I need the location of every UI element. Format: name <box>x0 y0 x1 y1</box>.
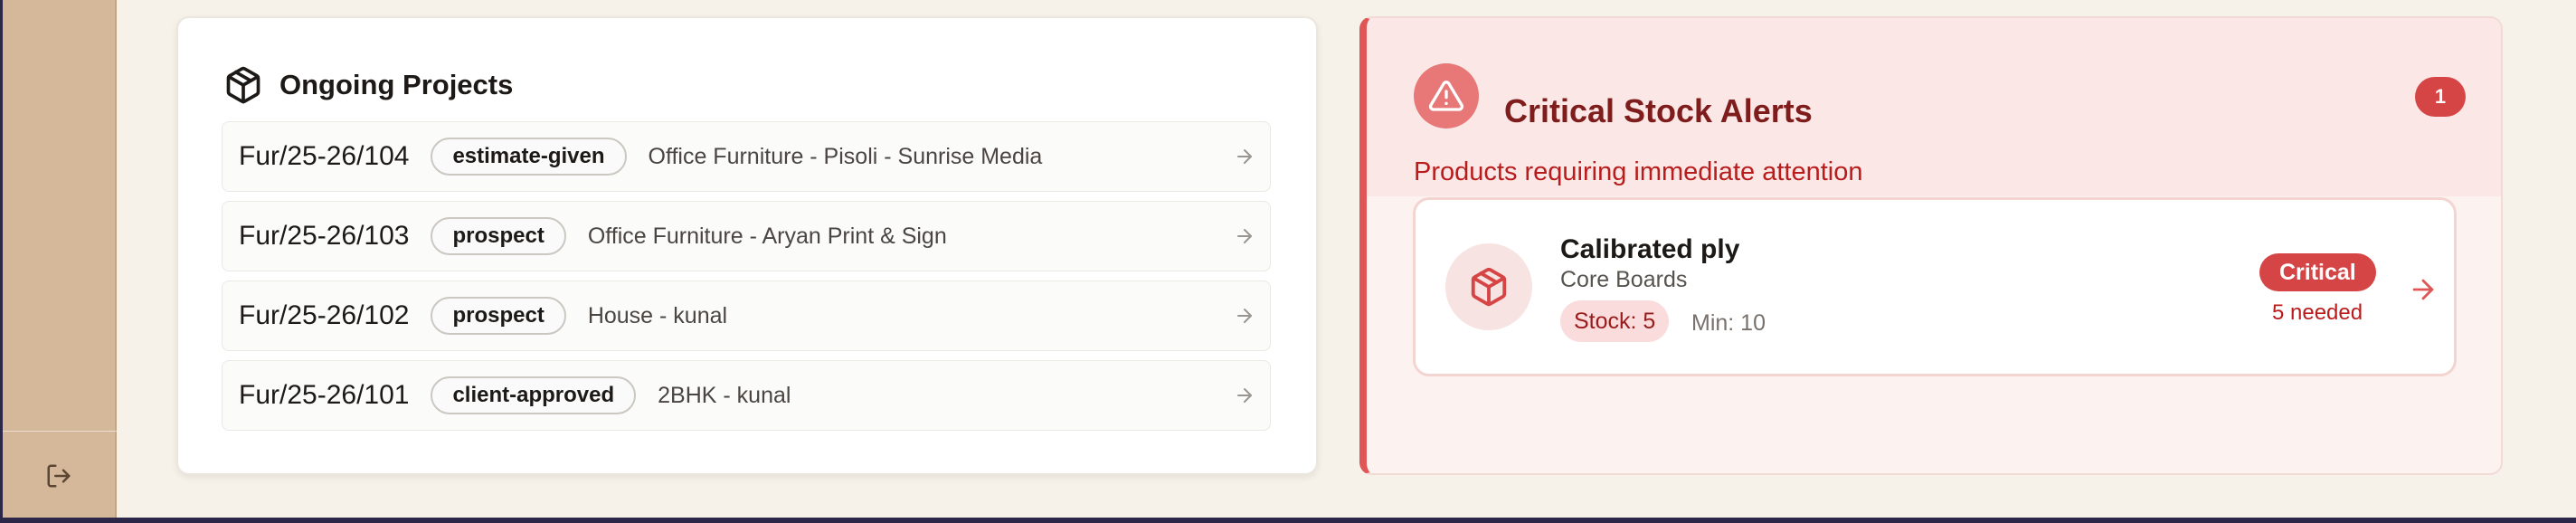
arrow-right-icon <box>1237 388 1252 403</box>
project-status-badge: estimate-given <box>431 138 627 176</box>
project-description: 2BHK - kunal <box>658 382 791 408</box>
alert-icon-badge <box>1414 63 1479 128</box>
window-frame-bottom <box>0 518 2576 523</box>
project-status-badge: prospect <box>431 217 566 255</box>
projects-title: Ongoing Projects <box>279 69 514 100</box>
project-row[interactable]: Fur/25-26/101 client-approved 2BHK - kun… <box>222 360 1271 431</box>
projects-header: Ongoing Projects <box>223 65 513 105</box>
product-category: Core Boards <box>1560 267 1688 292</box>
arrow-right-icon <box>1237 309 1252 323</box>
project-description: House - kunal <box>587 302 728 328</box>
project-status-badge: client-approved <box>431 376 637 414</box>
arrow-right-icon <box>1237 149 1252 164</box>
critical-badge: Critical <box>2259 253 2376 291</box>
package-icon <box>226 66 260 104</box>
project-code: Fur/25-26/101 <box>239 380 410 410</box>
logout-icon <box>47 464 71 488</box>
alerts-subtitle: Products requiring immediate attention <box>1414 157 1863 186</box>
project-row[interactable]: Fur/25-26/102 prospect House - kunal <box>222 281 1271 351</box>
alerts-count-badge: 1 <box>2415 77 2466 117</box>
package-icon <box>1471 267 1507 307</box>
project-code: Fur/25-26/104 <box>239 141 410 171</box>
arrow-right-icon[interactable] <box>2408 274 2439 305</box>
project-code: Fur/25-26/103 <box>239 221 410 251</box>
alerts-title: Critical Stock Alerts <box>1504 92 1813 129</box>
project-status-badge: prospect <box>431 297 566 335</box>
stock-level-badge: Stock: 5 <box>1560 300 1670 342</box>
ongoing-projects-card: Ongoing Projects Fur/25-26/104 estimate-… <box>176 16 1318 475</box>
warning-triangle-icon <box>1428 81 1464 111</box>
minimum-stock: Min: 10 <box>1691 310 1766 336</box>
product-icon-badge <box>1445 243 1532 330</box>
project-row[interactable]: Fur/25-26/104 estimate-given Office Furn… <box>222 121 1271 192</box>
critical-stock-alerts-card: Critical Stock Alerts 1 Products requiri… <box>1359 16 2503 475</box>
logout-button[interactable] <box>43 460 75 492</box>
stock-alert-item[interactable]: Calibrated ply Core Boards Stock: 5 Min:… <box>1413 197 2457 376</box>
project-row[interactable]: Fur/25-26/103 prospect Office Furniture … <box>222 201 1271 271</box>
project-description: Office Furniture - Aryan Print & Sign <box>587 223 947 249</box>
project-code: Fur/25-26/102 <box>239 300 410 330</box>
sidebar-divider <box>3 431 117 432</box>
project-description: Office Furniture - Pisoli - Sunrise Medi… <box>648 143 1043 169</box>
needed-quantity: 5 needed <box>2272 300 2363 325</box>
sidebar <box>3 0 117 518</box>
arrow-right-icon <box>1237 229 1252 243</box>
product-name: Calibrated ply <box>1560 234 1740 264</box>
